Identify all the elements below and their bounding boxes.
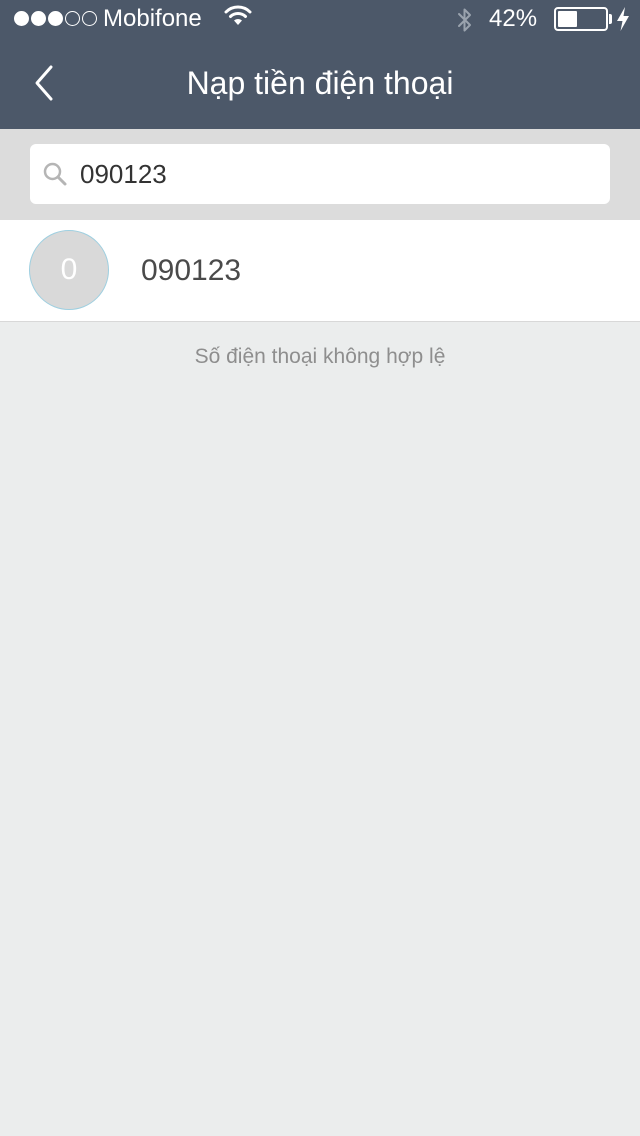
signal-dot [48, 11, 63, 26]
page-title: Nạp tiền điện thoại [186, 65, 454, 101]
battery-level-fill [558, 11, 577, 27]
signal-dot [14, 11, 29, 26]
bluetooth-icon [458, 8, 471, 32]
result-phone-number: 090123 [141, 254, 242, 287]
signal-dot [82, 11, 97, 26]
phone-result-item[interactable]: 0 090123 [0, 220, 640, 322]
battery-icon [554, 7, 608, 31]
search-bar [0, 129, 640, 220]
signal-strength-indicator [14, 11, 97, 27]
navigation-header: Mobifone 42% Nạp tiền điện thoại [0, 0, 640, 129]
battery-percentage: 42% [489, 5, 538, 32]
avatar: 0 [29, 230, 109, 310]
search-icon [43, 162, 67, 186]
wifi-icon [224, 5, 252, 25]
bolt-icon [617, 7, 629, 31]
signal-dot [31, 11, 46, 26]
search-field[interactable] [30, 144, 610, 204]
status-bar: Mobifone 42% [0, 0, 640, 40]
signal-dot [65, 11, 80, 26]
battery-tip [609, 14, 612, 24]
carrier-name: Mobifone [103, 5, 202, 32]
invalid-phone-message: Số điện thoại không hợp lệ [194, 345, 446, 368]
phone-search-input[interactable] [80, 144, 600, 204]
